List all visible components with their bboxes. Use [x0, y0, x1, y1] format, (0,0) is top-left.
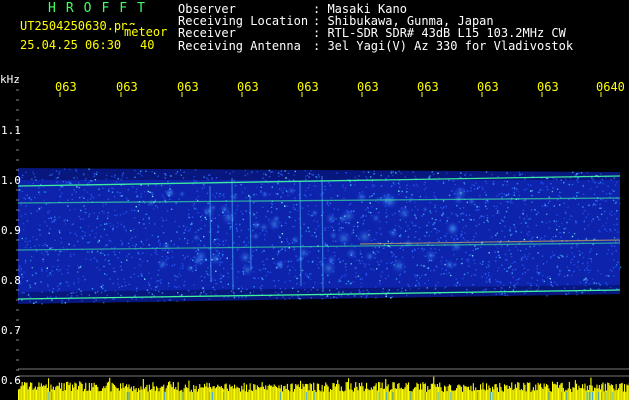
info-row-antenna: Receiving Antenna : 3el Yagi(V) Az 330 f…: [178, 38, 574, 53]
time-tick-label: 063: [116, 80, 138, 94]
info-key: Receiver: [178, 26, 236, 41]
app-title: HROFFT: [48, 1, 155, 16]
freq-tick-label: 0.9: [1, 224, 21, 237]
freq-tick-label: 0.8: [1, 274, 21, 287]
time-tick-label: 063: [537, 80, 559, 94]
freq-tick-label: 1.1: [1, 124, 21, 137]
station-info: Observer : Masaki Kano Receiving Locatio…: [178, 3, 573, 52]
freq-unit-label: kHz: [0, 73, 20, 86]
time-tick-label: 063: [237, 80, 259, 94]
noise-level-strip: [18, 368, 629, 400]
hrofft-window: HROFFT UT2504250630.png meteor 25.04.25 …: [0, 0, 629, 400]
freq-tick-label: 0.6: [1, 374, 21, 387]
time-tick-label: 063: [357, 80, 379, 94]
time-tick-label: 063: [297, 80, 319, 94]
record-tag: meteor: [124, 25, 168, 39]
time-tick-label: 063: [55, 80, 77, 94]
info-row-receiver: Receiver : RTL-SDR SDR# 43dB L15 103.2MH…: [178, 27, 573, 39]
time-tick-label: 063: [177, 80, 199, 94]
info-value: : RTL-SDR SDR# 43dB L15 103.2MHz CW: [313, 26, 566, 41]
time-tick-label: 063: [417, 80, 439, 94]
info-key: Receiving Antenna: [178, 38, 301, 53]
freq-tick-label: 1.0: [1, 174, 21, 187]
info-value: : 3el Yagi(V) Az 330 for Vladivostok: [313, 38, 574, 53]
record-datetime: 25.04.25 06:30: [20, 38, 122, 52]
echo-count: 40: [140, 38, 155, 52]
meteor-echo-band: [17, 168, 622, 305]
spectrogram-canvas: [16, 79, 629, 400]
time-tick-label: 0640: [596, 80, 625, 94]
time-tick-label: 063: [477, 80, 499, 94]
file-name: UT2504250630.png: [20, 19, 136, 33]
freq-tick-label: 0.7: [1, 324, 21, 337]
